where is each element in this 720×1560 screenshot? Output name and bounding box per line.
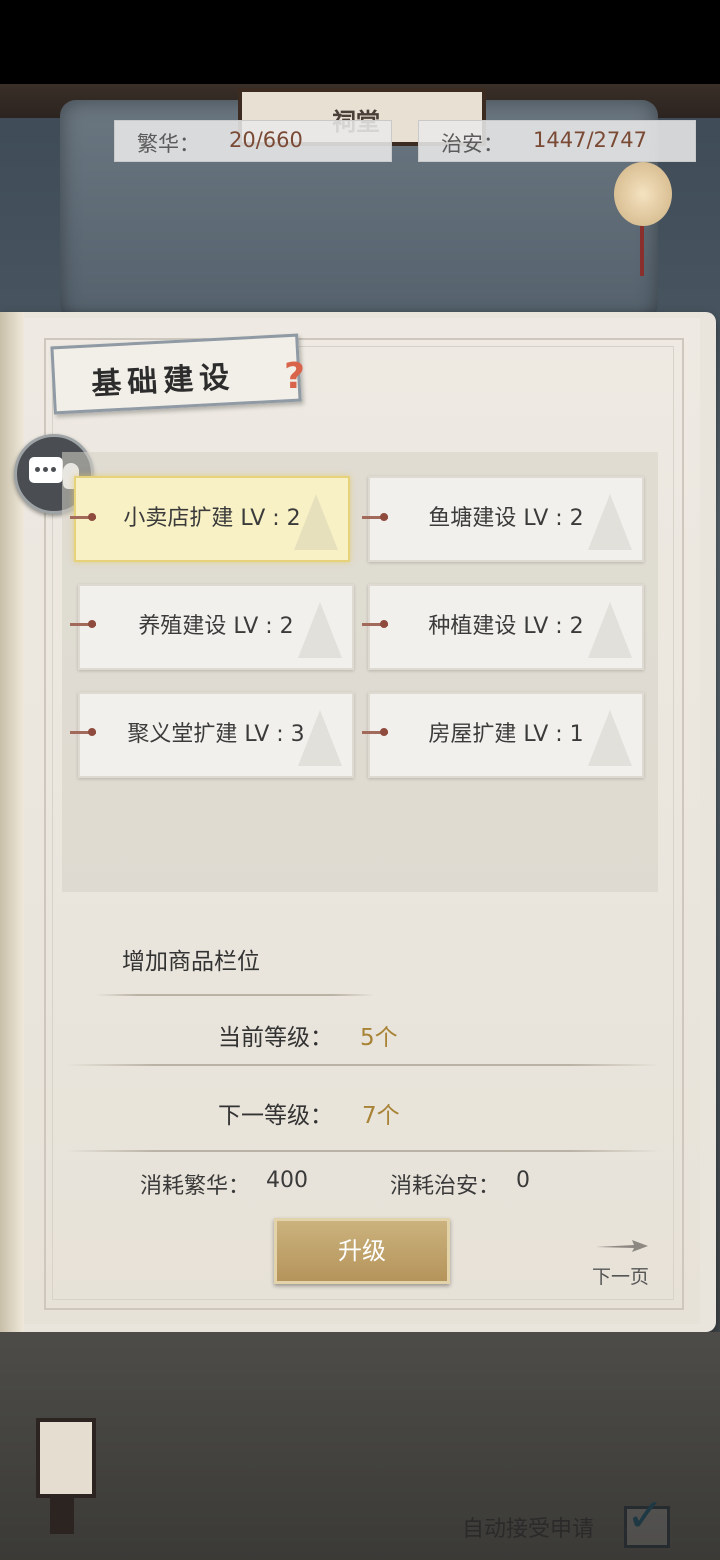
- next-page-button[interactable]: 下一页: [592, 1262, 649, 1289]
- upgrade-description: 增加商品栏位: [122, 949, 260, 975]
- lantern-icon: [614, 162, 672, 226]
- next-level-label: 下一等级：: [218, 1103, 333, 1129]
- current-level-value: 5个: [360, 1025, 398, 1051]
- building-card-label: 种植建设 LV : 2: [428, 614, 584, 639]
- divider: [66, 1150, 660, 1152]
- mountain-icon: [298, 602, 342, 658]
- lantern-stand: [50, 1494, 74, 1534]
- building-card-shop[interactable]: 小卖店扩建 LV : 2: [74, 476, 350, 562]
- security-value: 1447/2747: [533, 128, 647, 152]
- current-level-label: 当前等级：: [218, 1025, 333, 1051]
- building-card-label: 小卖店扩建 LV : 2: [123, 506, 301, 531]
- pin-icon: [70, 728, 96, 736]
- pin-icon: [362, 620, 388, 628]
- help-icon[interactable]: ?: [284, 356, 305, 397]
- mountain-icon: [588, 602, 632, 658]
- building-card-label: 房屋扩建 LV : 1: [428, 722, 584, 747]
- mountain-icon: [294, 494, 338, 550]
- building-card-label: 聚义堂扩建 LV : 3: [127, 722, 305, 747]
- divider: [96, 994, 374, 996]
- cost-security-label: 消耗治安：: [390, 1174, 501, 1199]
- pin-icon: [362, 513, 388, 521]
- security-stat: 治安： 1447/2747: [418, 120, 696, 162]
- mountain-icon: [588, 494, 632, 550]
- pin-icon: [70, 513, 96, 521]
- cost-security-value: 0: [516, 1168, 530, 1193]
- building-card-label: 鱼塘建设 LV : 2: [428, 506, 584, 531]
- building-card-breeding[interactable]: 养殖建设 LV : 2: [78, 584, 354, 670]
- panel-title-tag: 基础建设: [50, 333, 302, 415]
- checkmark-icon: ✓: [626, 1488, 665, 1542]
- status-bar: [0, 0, 720, 84]
- chat-bubble-icon: [29, 457, 63, 483]
- building-card-label: 养殖建设 LV : 2: [138, 614, 294, 639]
- building-card-housing[interactable]: 房屋扩建 LV : 1: [368, 692, 644, 778]
- building-card-planting[interactable]: 种植建设 LV : 2: [368, 584, 644, 670]
- floor-lantern-icon: [36, 1418, 96, 1498]
- mountain-icon: [588, 710, 632, 766]
- prosperity-value: 20/660: [229, 128, 303, 152]
- next-level-value: 7个: [362, 1103, 400, 1129]
- lantern-tassel: [640, 226, 644, 276]
- divider: [66, 1064, 660, 1066]
- arrow-right-icon[interactable]: [596, 1240, 648, 1252]
- pin-icon: [362, 728, 388, 736]
- mountain-icon: [298, 710, 342, 766]
- panel-title: 基础建设: [90, 359, 237, 403]
- security-label: 治安：: [441, 132, 504, 156]
- prosperity-label: 繁华：: [137, 132, 200, 156]
- auto-accept-label: 自动接受申请: [462, 1517, 595, 1542]
- cost-prosperity-value: 400: [266, 1168, 308, 1193]
- building-card-hall[interactable]: 聚义堂扩建 LV : 3: [78, 692, 354, 778]
- floor-area: [0, 1332, 720, 1560]
- pin-icon: [70, 620, 96, 628]
- upgrade-button[interactable]: 升级: [274, 1218, 450, 1284]
- building-card-fishpond[interactable]: 鱼塘建设 LV : 2: [368, 476, 644, 562]
- prosperity-stat: 繁华： 20/660: [114, 120, 392, 162]
- cost-prosperity-label: 消耗繁华：: [140, 1174, 251, 1199]
